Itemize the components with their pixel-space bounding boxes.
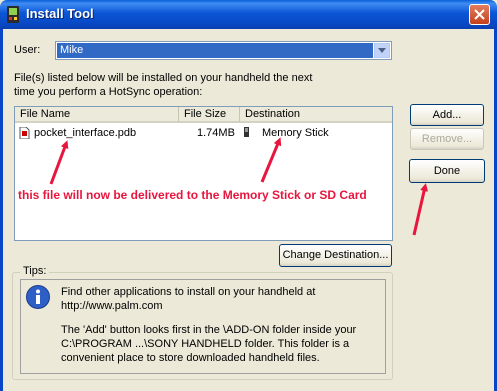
remove-button[interactable]: Remove... bbox=[410, 128, 484, 150]
arrow-to-destination bbox=[260, 137, 282, 183]
tips-paragraph-1: Find other applications to install on yo… bbox=[61, 286, 316, 312]
tips-label: Tips: bbox=[20, 265, 50, 277]
arrow-to-done bbox=[412, 183, 429, 236]
tips-paragraph-2: The 'Add' button looks first in the \ADD… bbox=[61, 324, 357, 364]
arrow-to-file bbox=[49, 140, 69, 185]
done-button[interactable]: Done bbox=[409, 159, 485, 183]
tips-text: Find other applications to install on yo… bbox=[61, 285, 379, 375]
add-button[interactable]: Add... bbox=[410, 104, 484, 126]
change-destination-button[interactable]: Change Destination... bbox=[279, 244, 392, 267]
info-icon bbox=[26, 285, 50, 309]
